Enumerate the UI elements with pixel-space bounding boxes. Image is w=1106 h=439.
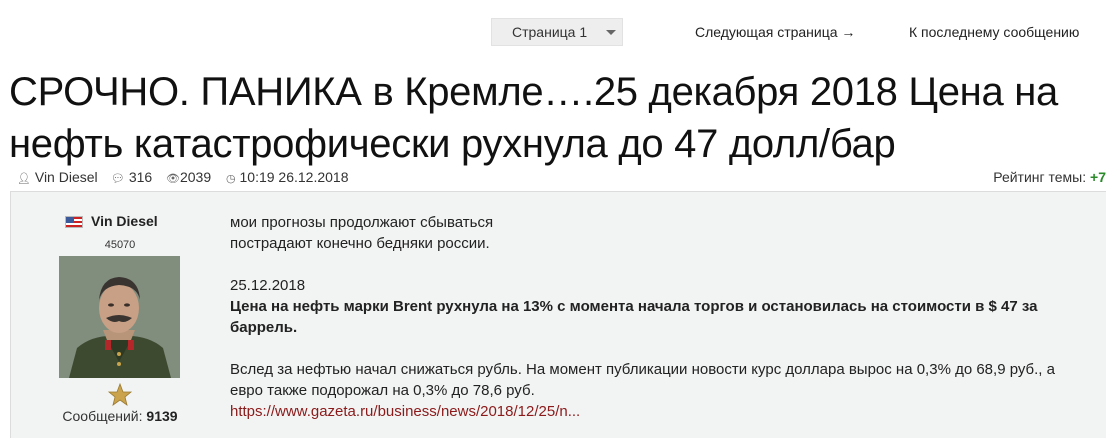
post-user-info: Vin Diesel 45070 Сообщений: 9139 [11, 192, 229, 439]
thread-meta: 👤︎ Vin Diesel 💬︎ 316 👁︎2039 ◷ 10:19 26.1… [0, 169, 1106, 187]
us-flag-icon [65, 216, 83, 228]
next-page-link[interactable]: Следующая страница → [695, 24, 855, 40]
replies-count: 316 [128, 169, 153, 185]
thread-datetime: 10:19 26.12.2018 [239, 169, 349, 185]
post: Vin Diesel 45070 Сообщений: 9139 мои про… [10, 191, 1106, 438]
post-date: 25.12.2018 [230, 277, 306, 294]
rating-value: +7 [1090, 169, 1106, 185]
post-headline: Цена на нефть марки Brent рухнула на 13%… [230, 298, 1038, 336]
user-icon: 👤︎ [17, 173, 31, 185]
post-source-link[interactable]: https://www.gazeta.ru/business/news/2018… [230, 403, 580, 420]
views-count: 2039 [179, 169, 212, 185]
avatar-image [59, 256, 180, 378]
post-body: Вслед за нефтью начал снижаться рубль. Н… [230, 361, 1055, 399]
thread-views: 👁︎2039 [166, 169, 211, 185]
thread-title: СРОЧНО. ПАНИКА в Кремле….25 декабря 2018… [9, 70, 1058, 166]
top-navigation: Страница 1 Следующая страница → К послед… [0, 0, 1106, 60]
post-line: пострадают конечно бедняки россии. [230, 235, 490, 252]
page-select-label: Страница 1 [512, 24, 588, 40]
clock-icon: ◷ [226, 173, 236, 185]
thread-rating: Рейтинг темы: +7 [993, 169, 1106, 185]
post-count-label: Сообщений: [62, 408, 143, 424]
post-count-value: 9139 [146, 408, 178, 424]
page-select-dropdown[interactable]: Страница 1 [491, 18, 623, 46]
post-user-id: 45070 [104, 239, 136, 251]
thread-author-name: Vin Diesel [34, 169, 98, 185]
post-username[interactable]: Vin Diesel [91, 213, 158, 229]
comments-icon: 💬︎ [111, 173, 125, 185]
post-line: мои прогнозы продолжают сбываться [230, 214, 494, 231]
star-icon [107, 382, 133, 406]
avatar[interactable] [59, 256, 180, 378]
post-count: Сообщений: 9139 [11, 408, 229, 424]
last-post-link[interactable]: К последнему сообщению [909, 24, 1079, 40]
rating-label: Рейтинг темы: [993, 169, 1087, 185]
eye-icon: 👁︎ [166, 173, 180, 185]
post-content: мои прогнозы продолжают сбываться постра… [230, 212, 1090, 422]
thread-replies: 💬︎ 316 [111, 169, 152, 185]
chevron-down-icon [606, 30, 616, 35]
thread-date: ◷ 10:19 26.12.2018 [226, 169, 349, 185]
thread-author[interactable]: 👤︎ Vin Diesel [17, 169, 98, 185]
